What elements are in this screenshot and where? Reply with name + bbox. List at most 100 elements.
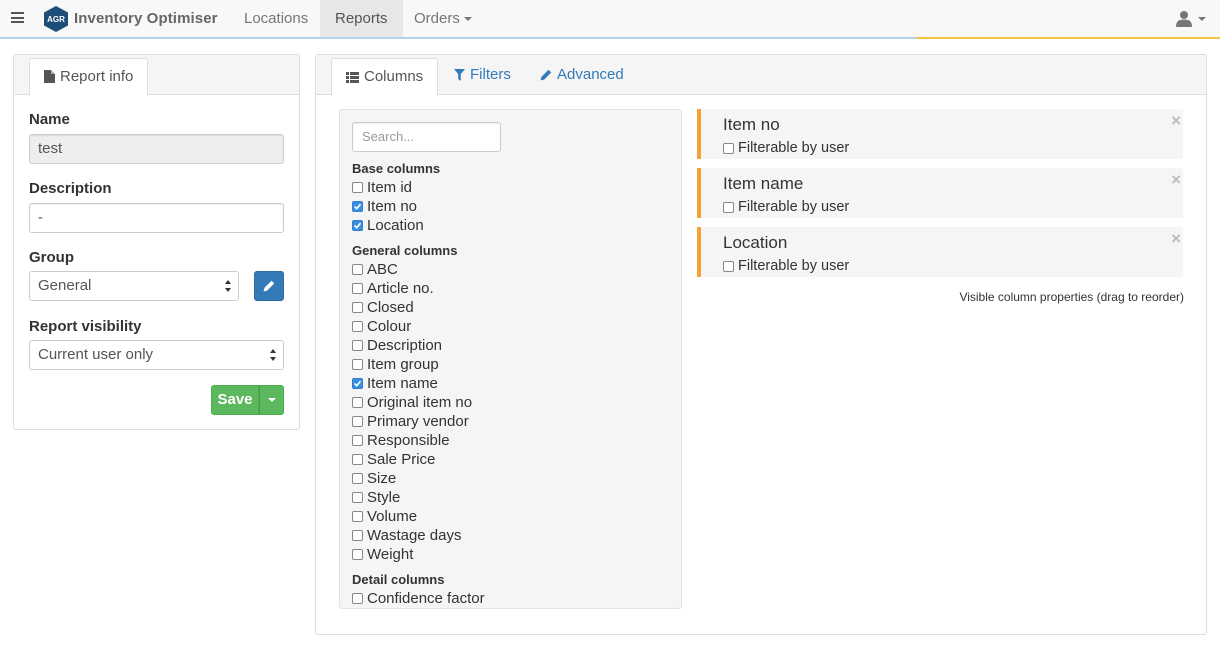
- column-option[interactable]: Original item no: [352, 393, 472, 412]
- check-icon: [353, 203, 362, 210]
- visible-column-card[interactable]: Item no × Filterable by user: [697, 109, 1183, 159]
- detail-columns-heading: Detail columns: [352, 572, 445, 587]
- column-option-label: Item name: [367, 375, 438, 392]
- column-option[interactable]: Confidence factor: [352, 589, 485, 608]
- column-option[interactable]: Item name: [352, 374, 438, 393]
- name-label: Name: [29, 111, 70, 128]
- checkbox[interactable]: [352, 340, 363, 351]
- tab-columns[interactable]: Columns: [331, 58, 439, 96]
- column-option[interactable]: Sale Price: [352, 450, 435, 469]
- visible-column-card[interactable]: Location × Filterable by user: [697, 227, 1183, 277]
- checkbox-checked[interactable]: [352, 220, 363, 231]
- filterable-by-user-checkbox[interactable]: Filterable by user: [723, 140, 849, 156]
- agr-logo-icon: AGR: [44, 5, 68, 32]
- hamburger-menu-icon[interactable]: [11, 12, 24, 23]
- tab-advanced[interactable]: Advanced: [526, 55, 638, 95]
- checkbox[interactable]: [352, 302, 363, 313]
- column-option[interactable]: Colour: [352, 317, 411, 336]
- checkbox[interactable]: [352, 530, 363, 541]
- column-option[interactable]: Size: [352, 469, 396, 488]
- checkbox[interactable]: [723, 260, 734, 272]
- tab-advanced-label: Advanced: [557, 66, 624, 83]
- filter-icon: [454, 69, 465, 81]
- columns-panel: Columns Filters Advanced Search... Base …: [315, 54, 1207, 635]
- save-options-dropdown[interactable]: [259, 385, 284, 415]
- visible-column-card[interactable]: Item name × Filterable by user: [697, 168, 1183, 218]
- column-option[interactable]: Style: [352, 488, 400, 507]
- column-option-label: Item no: [367, 198, 418, 215]
- nav-reports[interactable]: Reports: [320, 0, 403, 37]
- name-field[interactable]: test: [29, 134, 284, 164]
- remove-column-button[interactable]: ×: [1171, 171, 1181, 188]
- checkbox[interactable]: [723, 142, 734, 154]
- checkbox-checked[interactable]: [352, 378, 363, 389]
- checkbox[interactable]: [352, 511, 363, 522]
- description-field[interactable]: -: [29, 203, 284, 233]
- nav-orders[interactable]: Orders: [399, 0, 487, 37]
- column-option-label: ABC: [367, 261, 398, 278]
- group-select[interactable]: General: [29, 271, 239, 301]
- column-option-label: Weight: [367, 546, 414, 563]
- filterable-by-user-label: Filterable by user: [738, 140, 850, 156]
- report-info-tabs: Report info: [14, 55, 299, 96]
- brand[interactable]: AGR Inventory Optimiser: [43, 3, 218, 34]
- column-search-input[interactable]: Search...: [352, 122, 501, 152]
- column-option[interactable]: Closed: [352, 298, 414, 317]
- tab-filters[interactable]: Filters: [440, 55, 525, 95]
- column-option[interactable]: Volume: [352, 507, 417, 526]
- checkbox[interactable]: [352, 321, 363, 332]
- checkbox[interactable]: [723, 201, 734, 213]
- checkbox[interactable]: [352, 492, 363, 503]
- report-visibility-value: Current user only: [38, 346, 154, 363]
- pencil-icon: [263, 280, 275, 292]
- column-option[interactable]: ABC: [352, 260, 398, 279]
- checkbox[interactable]: [352, 593, 363, 604]
- column-option[interactable]: Item group: [352, 355, 439, 374]
- checkbox[interactable]: [352, 264, 363, 275]
- checkbox[interactable]: [352, 549, 363, 560]
- filterable-by-user-checkbox[interactable]: Filterable by user: [723, 199, 849, 215]
- caret-down-icon: [463, 17, 472, 22]
- tab-filters-label: Filters: [470, 66, 511, 83]
- remove-column-button[interactable]: ×: [1171, 230, 1181, 247]
- filterable-by-user-checkbox[interactable]: Filterable by user: [723, 258, 849, 274]
- edit-group-button[interactable]: [254, 271, 284, 301]
- description-label: Description: [29, 180, 112, 197]
- general-columns-heading: General columns: [352, 243, 458, 258]
- checkbox[interactable]: [352, 283, 363, 294]
- checkbox[interactable]: [352, 454, 363, 465]
- column-option[interactable]: Location: [352, 216, 424, 235]
- filterable-by-user-label: Filterable by user: [738, 258, 850, 274]
- column-option[interactable]: Item id: [352, 178, 412, 197]
- column-option-label: Wastage days: [367, 527, 462, 544]
- checkbox[interactable]: [352, 416, 363, 427]
- checkbox[interactable]: [352, 182, 363, 193]
- column-option[interactable]: Article no.: [352, 279, 434, 298]
- column-option[interactable]: Description: [352, 336, 442, 355]
- checkbox-checked[interactable]: [352, 201, 363, 212]
- column-option[interactable]: Primary vendor: [352, 412, 469, 431]
- column-option[interactable]: Item no: [352, 197, 417, 216]
- column-option[interactable]: Weight: [352, 545, 413, 564]
- user-icon: [1176, 11, 1192, 27]
- column-option[interactable]: Responsible: [352, 431, 450, 450]
- remove-column-button[interactable]: ×: [1171, 112, 1181, 129]
- brand-title: Inventory Optimiser: [74, 10, 218, 27]
- checkbox[interactable]: [352, 359, 363, 370]
- save-button[interactable]: Save: [211, 385, 259, 415]
- column-option[interactable]: Wastage days: [352, 526, 462, 545]
- checkbox[interactable]: [352, 397, 363, 408]
- brand-logo-text: AGR: [47, 15, 65, 24]
- navbar-progress-line: [916, 37, 1220, 39]
- checkbox[interactable]: [352, 435, 363, 446]
- checkbox[interactable]: [352, 473, 363, 484]
- column-option-label: Colour: [367, 318, 412, 335]
- column-option-label: Size: [367, 470, 397, 487]
- column-option-label: Location: [367, 217, 424, 234]
- tab-report-info[interactable]: Report info: [29, 58, 149, 96]
- select-arrows-icon: [225, 280, 231, 292]
- nav-locations[interactable]: Locations: [229, 0, 323, 37]
- report-visibility-select[interactable]: Current user only: [29, 340, 284, 370]
- user-menu[interactable]: [1176, 0, 1206, 37]
- filterable-by-user-label: Filterable by user: [738, 199, 850, 215]
